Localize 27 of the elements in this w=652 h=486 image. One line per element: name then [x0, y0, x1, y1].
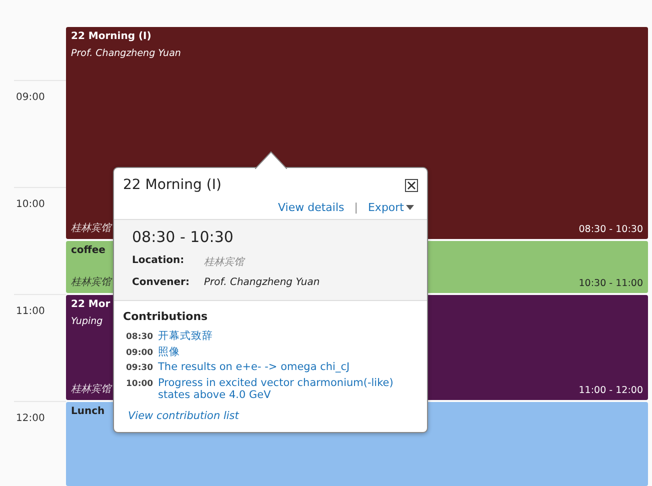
- field-value: Prof. Changzheng Yuan: [204, 277, 320, 288]
- hour-label: 09:00: [16, 92, 45, 103]
- field-label: Location:: [132, 255, 186, 268]
- event-title: coffee: [71, 245, 106, 256]
- event-title: 22 Mor: [71, 298, 110, 310]
- field-label: Convener:: [132, 277, 190, 288]
- contribution-time: 10:00: [126, 378, 152, 391]
- hour-label: 11:00: [16, 306, 45, 317]
- event-time: 08:30 - 10:30: [578, 224, 643, 235]
- event-location: 桂林宾馆: [71, 382, 111, 396]
- contribution-time: 09:30: [126, 362, 152, 374]
- hour-label: 10:00: [16, 199, 45, 210]
- event-location: 桂林宾馆: [71, 222, 111, 235]
- event-title: Lunch: [71, 406, 105, 416]
- link-separator: |: [354, 201, 358, 214]
- contribution-time: 09:00: [126, 346, 152, 358]
- field-value: 桂林宾馆: [204, 256, 244, 269]
- hour-label: 12:00: [16, 413, 45, 424]
- event-speaker: Yuping: [71, 316, 103, 326]
- event-time: 10:30 - 11:00: [578, 278, 643, 288]
- contribution-time: 08:30: [126, 331, 152, 343]
- contributions-heading: Contributions: [123, 310, 209, 323]
- popup-title: 22 Morning (I): [123, 177, 222, 193]
- event-speaker: Prof. Changzheng Yuan: [71, 48, 181, 59]
- event-title: 22 Morning (I): [71, 31, 152, 42]
- event-location: 桂林宾馆: [71, 276, 111, 288]
- event-time: 11:00 - 12:00: [578, 384, 643, 396]
